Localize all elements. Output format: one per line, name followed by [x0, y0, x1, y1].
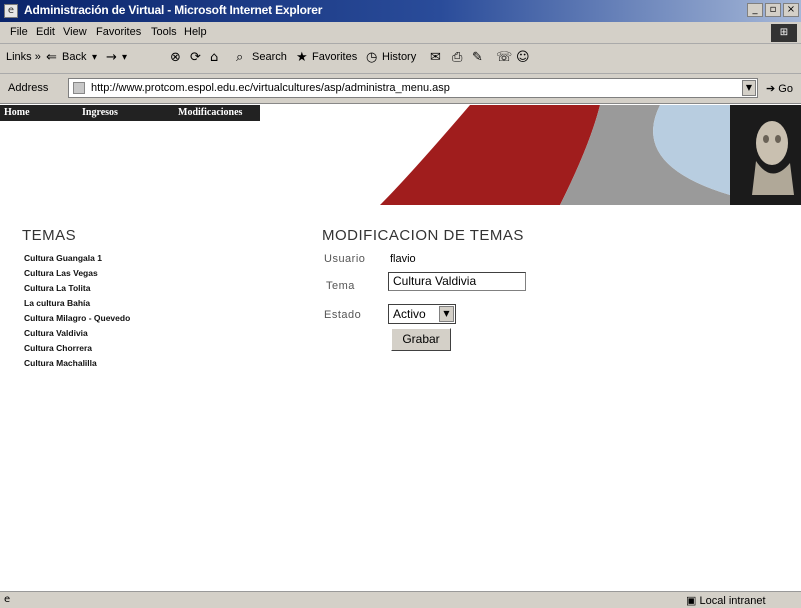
back-button[interactable]: Back	[62, 51, 86, 63]
menu-bar: File Edit View Favorites Tools Help ⊞	[0, 22, 801, 44]
address-label: Address	[8, 82, 49, 94]
maximize-button[interactable]: ▫	[765, 3, 781, 17]
status-bar: e ▣ Local intranet	[0, 591, 801, 608]
ie-page-icon: e	[4, 4, 18, 18]
address-input[interactable]: http://www.protcom.espol.edu.ec/virtualc…	[68, 78, 758, 98]
nav-ingresos-link[interactable]: Ingresos	[82, 107, 118, 118]
search-icon[interactable]: ⌕	[236, 50, 243, 65]
title-bar: e Administración de Virtual - Microsoft …	[0, 0, 801, 22]
site-nav-bar: Home Ingresos Modificaciones	[0, 105, 278, 121]
refresh-icon[interactable]: ⟳	[190, 50, 201, 65]
page-status-icon: e	[4, 594, 11, 605]
tema-link[interactable]: Cultura Valdivia	[24, 326, 130, 341]
menu-view[interactable]: View	[63, 26, 87, 38]
address-dropdown-icon[interactable]: ▼	[742, 80, 756, 96]
nav-modificaciones-link[interactable]: Modificaciones	[178, 107, 242, 118]
chevron-down-icon[interactable]: ▼	[439, 306, 454, 322]
edit-icon[interactable]: ✎	[472, 50, 483, 65]
security-zone: ▣ Local intranet	[686, 594, 766, 607]
window-controls: _ ▫ ×	[747, 3, 799, 17]
back-arrow-icon[interactable]: ⇐	[46, 50, 57, 65]
zone-label: Local intranet	[699, 595, 766, 607]
tema-label: Tema	[326, 280, 355, 292]
header-banner	[260, 105, 801, 205]
nav-home-link[interactable]: Home	[4, 107, 30, 118]
menu-tools[interactable]: Tools	[151, 26, 177, 38]
mail-icon[interactable]: ✉	[430, 50, 441, 65]
search-button[interactable]: Search	[252, 51, 287, 63]
menu-favorites[interactable]: Favorites	[96, 26, 141, 38]
temas-heading: TEMAS	[22, 227, 77, 244]
menu-help[interactable]: Help	[184, 26, 207, 38]
discuss-icon[interactable]: ☏	[496, 50, 512, 65]
home-icon[interactable]: ⌂	[210, 50, 218, 65]
links-label: Links	[6, 51, 32, 63]
usuario-value: flavio	[390, 253, 416, 265]
page-viewport[interactable]: Home Ingresos Modificaciones TEMAS Cultu…	[0, 105, 801, 591]
go-label: Go	[778, 83, 793, 95]
tema-link[interactable]: Cultura Machalilla	[24, 356, 130, 371]
estado-selected-value: Activo	[393, 307, 426, 321]
window-title: Administración de Virtual - Microsoft In…	[24, 3, 323, 17]
go-arrow-icon: ➔	[766, 83, 776, 95]
estado-select[interactable]: Activo ▼	[388, 304, 456, 324]
intranet-icon: ▣	[686, 595, 697, 607]
grabar-button[interactable]: Grabar	[391, 328, 451, 351]
favorites-icon[interactable]: ★	[296, 50, 308, 65]
minimize-button[interactable]: _	[747, 3, 763, 17]
address-bar: Address http://www.protcom.espol.edu.ec/…	[0, 74, 801, 104]
stop-icon[interactable]: ⊗	[170, 50, 181, 65]
menu-file[interactable]: File	[10, 26, 28, 38]
history-button[interactable]: History	[382, 51, 416, 63]
menu-edit[interactable]: Edit	[36, 26, 55, 38]
tema-link[interactable]: La cultura Bahía	[24, 296, 130, 311]
favorites-button[interactable]: Favorites	[312, 51, 357, 63]
temas-list: Cultura Guangala 1 Cultura Las Vegas Cul…	[24, 251, 130, 371]
links-button[interactable]: Links »	[6, 51, 41, 63]
tema-link[interactable]: Cultura Chorrera	[24, 341, 130, 356]
history-icon[interactable]: ◷	[366, 50, 377, 65]
messenger-icon[interactable]: ☺	[516, 50, 530, 65]
print-icon[interactable]: ⎙	[452, 50, 462, 65]
browser-window: e Administración de Virtual - Microsoft …	[0, 0, 801, 608]
standard-toolbar: Links » ⇐ Back ▾ → ▾ ⊗ ⟳ ⌂ ⌕ Search ★ Fa…	[0, 44, 801, 74]
go-button[interactable]: ➔ Go	[766, 82, 793, 95]
tema-link[interactable]: Cultura Guangala 1	[24, 251, 130, 266]
back-dropdown-icon[interactable]: ▾	[92, 52, 97, 63]
forward-dropdown-icon[interactable]: ▾	[122, 52, 127, 63]
tema-link[interactable]: Cultura Milagro - Quevedo	[24, 311, 130, 326]
usuario-label: Usuario	[324, 253, 366, 265]
tema-link[interactable]: Cultura Las Vegas	[24, 266, 130, 281]
windows-logo-icon: ⊞	[771, 24, 797, 42]
tema-input[interactable]: Cultura Valdivia	[388, 272, 526, 291]
tema-link[interactable]: Cultura La Tolita	[24, 281, 130, 296]
close-button[interactable]: ×	[783, 3, 799, 17]
form-heading: MODIFICACION DE TEMAS	[322, 227, 524, 244]
forward-arrow-icon[interactable]: →	[106, 50, 117, 65]
estado-label: Estado	[324, 309, 362, 321]
